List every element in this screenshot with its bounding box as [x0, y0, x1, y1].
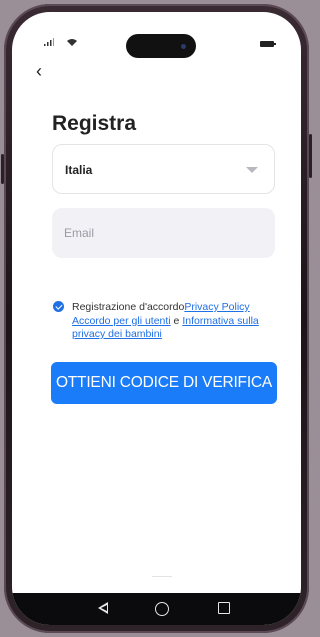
navigation-bar — [12, 593, 301, 625]
nav-recents-icon[interactable] — [218, 602, 230, 614]
get-verification-code-button[interactable]: OTTIENI CODICE DI VERIFICA — [51, 362, 277, 404]
country-value: Italia — [65, 163, 93, 177]
email-field-container — [52, 208, 275, 258]
power-button — [309, 134, 312, 178]
volume-button — [1, 154, 4, 184]
privacy-policy-link[interactable]: Privacy Policy — [184, 301, 249, 313]
nav-home-icon[interactable] — [155, 602, 169, 616]
wifi-icon — [67, 38, 77, 48]
country-select[interactable]: Italia — [52, 144, 275, 194]
agreement-checkbox[interactable] — [53, 301, 64, 312]
agreement-prefix: Registrazione d'accordo — [72, 301, 185, 313]
nav-back-icon[interactable] — [98, 602, 108, 614]
chevron-down-icon — [246, 167, 258, 173]
home-indicator — [152, 576, 172, 577]
agreement-conjunction: e — [170, 314, 183, 327]
user-agreement-link[interactable]: Accordo per gli utenti — [72, 315, 171, 327]
battery-icon — [260, 41, 276, 47]
phone-screen: ‹ Registra Italia Registrazione d'accord… — [12, 12, 301, 625]
signal-icon — [44, 38, 54, 48]
page-title: Registra — [52, 112, 137, 135]
camera-notch — [126, 34, 196, 58]
camera-lens-icon — [181, 44, 186, 49]
status-bar — [12, 12, 301, 58]
email-field[interactable] — [64, 223, 254, 243]
back-arrow-icon[interactable]: ‹ — [36, 62, 42, 80]
agreement-text: Registrazione d'accordoPrivacy Policy Acc… — [72, 301, 282, 342]
